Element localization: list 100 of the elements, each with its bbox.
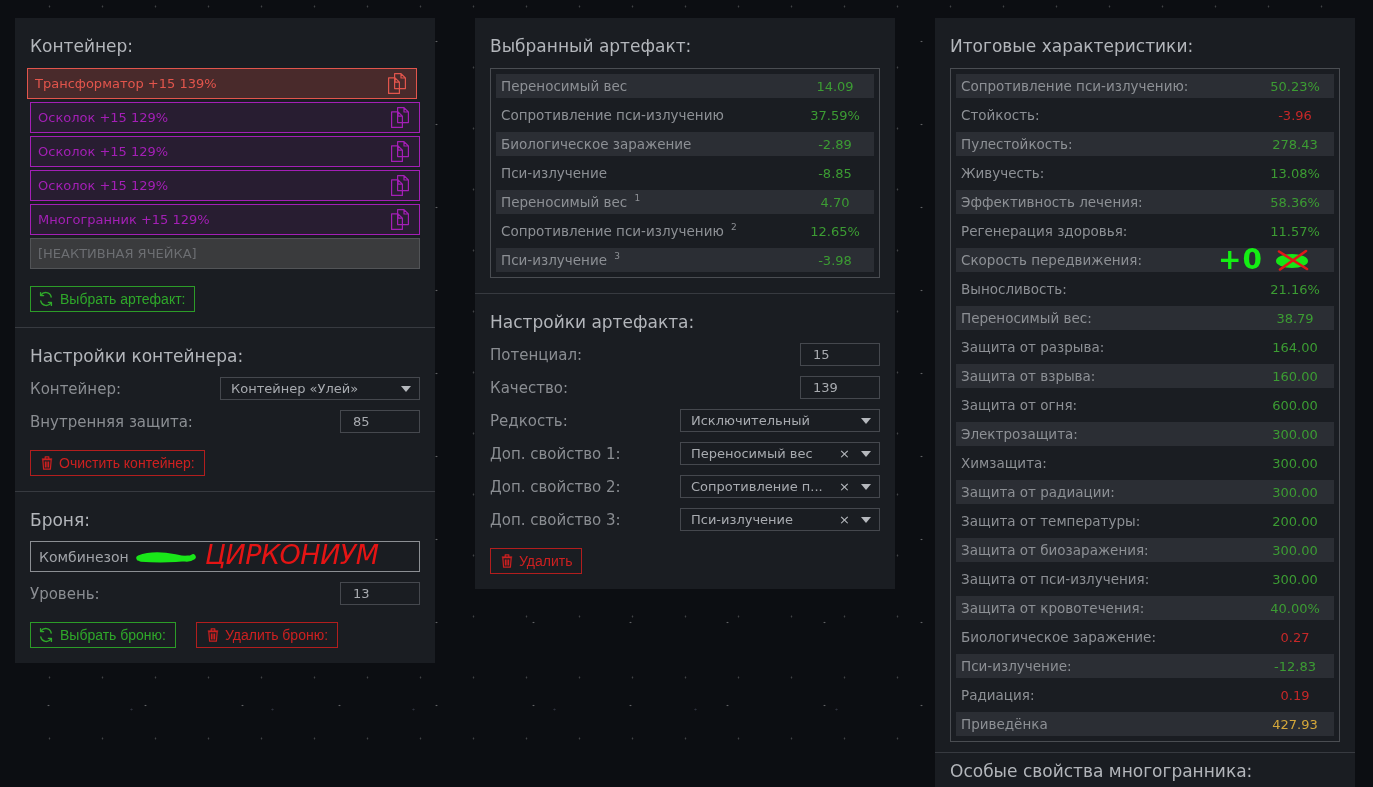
refresh-icon (38, 627, 54, 643)
stat-value: 427.93 (1271, 716, 1319, 732)
stat-label: Переносимый вес: (961, 310, 1092, 326)
stat-value: 600.00 (1271, 397, 1319, 413)
field-label: Контейнер: (30, 379, 121, 398)
stat-value: 0.19 (1279, 687, 1311, 703)
stat-value: 58.36% (1269, 194, 1321, 210)
dropdown[interactable]: Пси-излучение × (680, 508, 880, 531)
clear-button[interactable]: × (839, 446, 850, 461)
section-heading: Контейнер: (30, 35, 135, 58)
field-label: Потенциал: (490, 345, 583, 364)
clear-button[interactable]: × (839, 479, 850, 494)
stat-label: Пулестойкость: (961, 136, 1073, 152)
stat-label: Приведёнка (961, 716, 1048, 732)
stat-value: 37.59% (809, 107, 861, 123)
stat-label: Переносимый вес (501, 78, 628, 94)
stat-label: Сопротивление пси-излучению $^{2}$ (501, 223, 737, 239)
stat-label: Пси-излучение: (961, 658, 1072, 674)
stat-label: Сопротивление пси-излучению (501, 107, 724, 123)
stat-label: Пси-излучение $^{3}$ (501, 252, 620, 268)
field-label: Внутренняя защита: (30, 412, 193, 431)
stat-label: Выносливость: (961, 281, 1067, 297)
stat-label: Защита от температуры: (961, 513, 1141, 529)
copy-icon[interactable] (391, 209, 409, 230)
section-heading: Особые свойства многогранника: (950, 760, 1254, 783)
stat-value: 13.08% (1269, 165, 1321, 181)
caret-icon (861, 483, 871, 490)
stat-label: Сопротивление пси-излучению: (961, 78, 1189, 94)
stat-label: Биологическое заражение (501, 136, 692, 152)
stat-value: 300.00 (1271, 571, 1319, 587)
field-label: Доп. свойство 3: (490, 510, 621, 529)
stat-label: Защита от разрыва: (961, 339, 1105, 355)
section-heading: Итоговые характеристики: (950, 35, 1195, 58)
stat-value: 14.09 (815, 78, 855, 94)
section-heading: Броня: (30, 509, 91, 532)
stat-label: Биологическое заражение: (961, 629, 1156, 645)
stat-value: 40.00% (1269, 600, 1321, 616)
number-field[interactable]: 15 (800, 343, 880, 366)
copy-icon[interactable] (391, 175, 409, 196)
stat-value: 12.65% (809, 223, 861, 239)
handwritten-note: ЦИРКОНИУМ (205, 538, 379, 572)
stat-label: Скорость передвижения: (961, 252, 1142, 268)
field-label: Уровень: (30, 584, 100, 603)
field-label: Доп. свойство 2: (490, 477, 621, 496)
handwritten-note: +0 (1218, 248, 1263, 272)
stat-value: 0.27 (1279, 629, 1311, 645)
copy-icon[interactable] (391, 141, 409, 162)
dropdown[interactable]: Переносимый вес × (680, 442, 880, 465)
stat-value: 278.43 (1271, 136, 1319, 152)
caret-icon (861, 516, 871, 523)
trash-icon (41, 456, 53, 470)
trash-icon (501, 554, 513, 568)
stat-label: Защита от биозаражения: (961, 542, 1149, 558)
clear-button[interactable]: × (839, 512, 850, 527)
copy-icon[interactable] (391, 107, 409, 128)
section-heading: Настройки контейнера: (30, 345, 245, 368)
stat-label: Пси-излучение (501, 165, 607, 181)
stat-value: 300.00 (1271, 484, 1319, 500)
stat-label: Регенерация здоровья: (961, 223, 1128, 239)
stat-value: -3.98 (817, 252, 853, 268)
choose-button[interactable]: Выбрать артефакт: (30, 286, 196, 312)
stat-label: Защита от пси-излучения: (961, 571, 1150, 587)
stat-label: Защита от огня: (961, 397, 1078, 413)
stat-value: 200.00 (1271, 513, 1319, 529)
section-heading: Выбранный артефакт: (490, 35, 693, 58)
stat-value: 300.00 (1271, 426, 1319, 442)
number-field[interactable]: 139 (800, 376, 880, 399)
stat-value: 300.00 (1271, 542, 1319, 558)
stat-value: -3.96 (1277, 107, 1313, 123)
stat-label: Радиация: (961, 687, 1035, 703)
trash-icon (207, 628, 219, 642)
stat-label: Защита от взрыва: (961, 368, 1096, 384)
section-heading: Настройки артефакта: (490, 311, 696, 334)
dropdown[interactable]: Контейнер «Улей» (220, 377, 420, 400)
stat-label: Электрозащита: (961, 426, 1078, 442)
stat-label: Защита от кровотечения: (961, 600, 1145, 616)
number-field[interactable]: 85 (340, 410, 420, 433)
stat-value: 4.70 (819, 194, 851, 210)
stat-value: 160.00 (1271, 368, 1319, 384)
field-label: Качество: (490, 378, 568, 397)
stat-value: 50.23% (1269, 78, 1321, 94)
stat-label: Эффективность лечения: (961, 194, 1143, 210)
stat-value: 11.57% (1269, 223, 1321, 239)
stat-value: 164.00 (1271, 339, 1319, 355)
stat-label: Химзащита: (961, 455, 1047, 471)
caret-icon (861, 450, 871, 457)
field-label: Редкость: (490, 411, 568, 430)
choose-button[interactable]: Выбрать броню: (30, 622, 176, 648)
refresh-icon (38, 291, 54, 307)
stat-label: Стойкость: (961, 107, 1040, 123)
number-field[interactable]: 13 (340, 582, 420, 605)
stat-value: 21.16% (1269, 281, 1321, 297)
dropdown[interactable]: Сопротивление п... × (680, 475, 880, 498)
caret-icon (401, 385, 411, 392)
copy-icon[interactable] (388, 73, 406, 94)
stat-label: Переносимый вес $^{1}$ (501, 194, 641, 210)
dropdown[interactable]: Исключительный (680, 409, 880, 432)
stat-value: 38.79 (1275, 310, 1315, 326)
stat-label: Защита от радиации: (961, 484, 1115, 500)
caret-icon (861, 417, 871, 424)
